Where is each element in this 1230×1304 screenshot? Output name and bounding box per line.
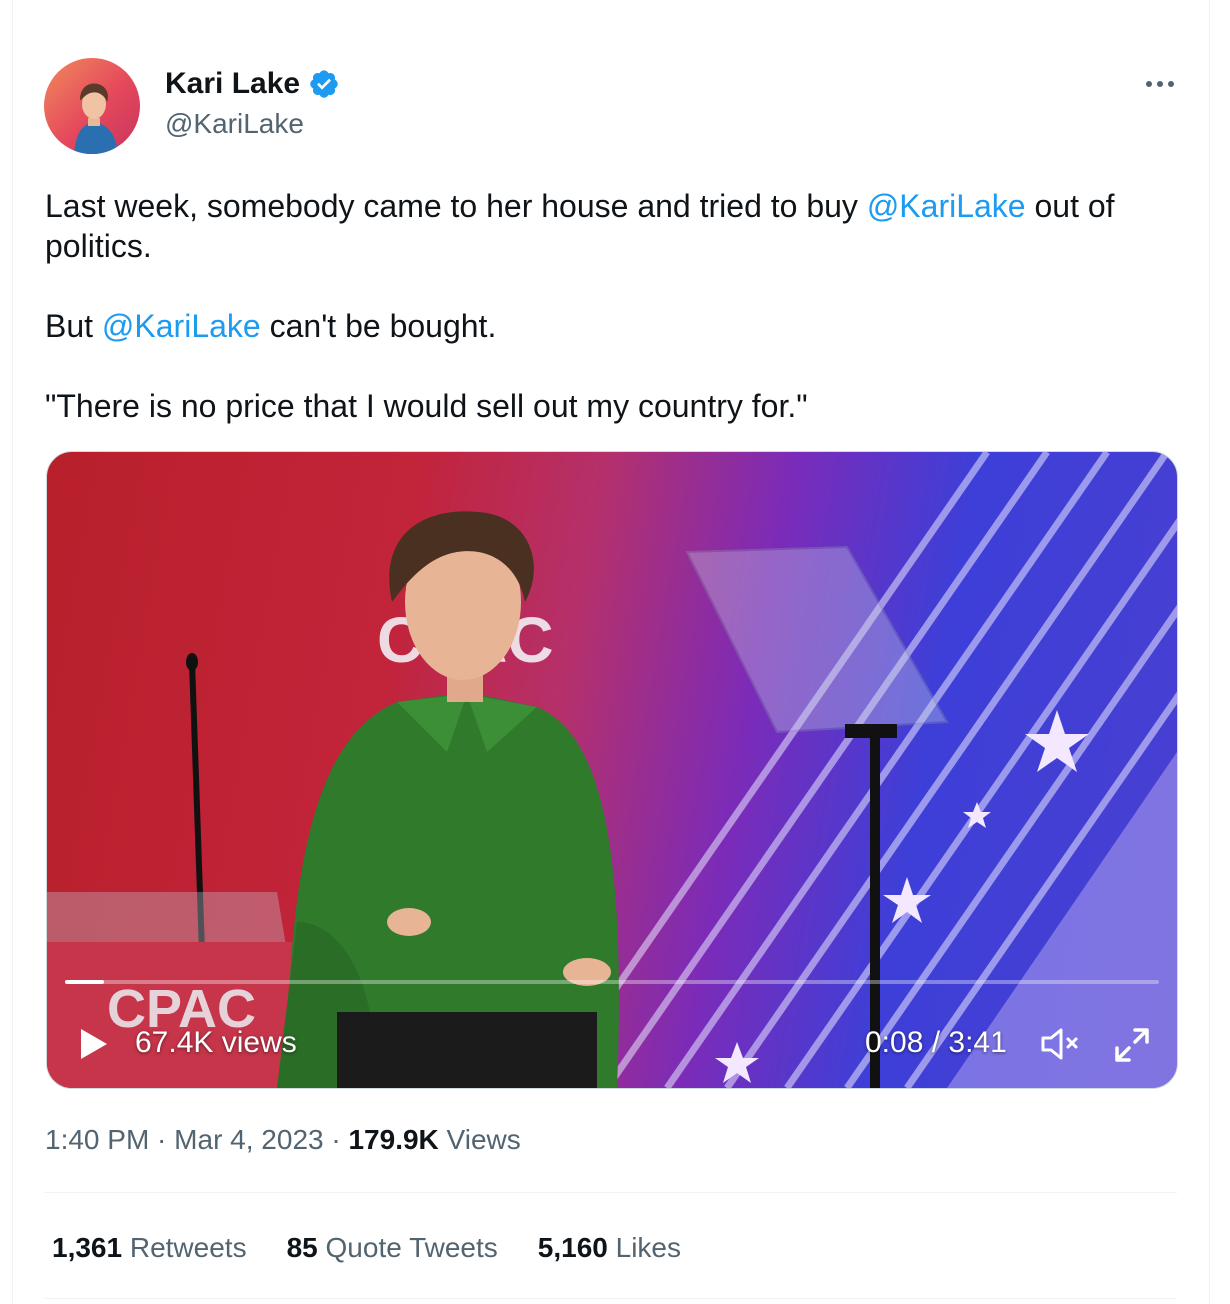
retweets-label: Retweets	[122, 1232, 247, 1263]
verified-badge-icon	[310, 70, 338, 98]
tweet-views-count: 179.9K	[348, 1124, 439, 1155]
tweet-paragraph-3: "There is no price that I would sell out…	[45, 388, 808, 424]
progress-bar[interactable]	[65, 980, 1159, 984]
more-dot	[1157, 81, 1163, 87]
tweet-date[interactable]: Mar 4, 2023	[174, 1124, 323, 1155]
engagement-stats: 1,361 Retweets 85 Quote Tweets 5,160 Lik…	[52, 1228, 681, 1268]
progress-fill	[65, 980, 105, 984]
quote-tweets-label: Quote Tweets	[317, 1232, 498, 1263]
divider	[45, 1192, 1177, 1193]
divider	[45, 1298, 1177, 1299]
video-time: 0:08 / 3:41	[865, 1026, 1007, 1059]
tweet-views-label: Views	[438, 1124, 521, 1155]
author-avatar[interactable]	[44, 58, 140, 154]
meta-separator: ·	[323, 1124, 349, 1155]
tweet-paragraph-1: Last week, somebody came to her house an…	[45, 186, 1185, 266]
mention-link[interactable]: @KariLake	[867, 188, 1026, 224]
avatar-portrait	[74, 83, 118, 154]
mute-icon[interactable]	[1039, 1026, 1081, 1062]
tweet-paragraph-2: But @KariLake can't be bought.	[45, 306, 1185, 346]
text-segment: can't be bought.	[260, 308, 497, 344]
text-segment: Last week, somebody came to her house an…	[45, 188, 867, 224]
likes-count: 5,160	[537, 1232, 608, 1263]
more-options-icon[interactable]	[1140, 70, 1180, 98]
more-dot	[1146, 81, 1152, 87]
retweets-count: 1,361	[52, 1232, 123, 1263]
author-name-row: Kari Lake	[165, 66, 340, 102]
author-handle[interactable]: @KariLake	[165, 106, 304, 142]
meta-separator: ·	[149, 1124, 175, 1155]
quote-tweets-count: 85	[286, 1232, 318, 1263]
video-views: 67.4K views	[135, 1026, 297, 1059]
retweets-stat[interactable]: 1,361 Retweets	[52, 1228, 247, 1268]
video-frame: CPAC CPAC	[47, 452, 1177, 1088]
author-name[interactable]: Kari Lake	[165, 66, 300, 102]
tweet-time[interactable]: 1:40 PM	[45, 1124, 149, 1155]
likes-stat[interactable]: 5,160 Likes	[538, 1228, 681, 1268]
video-player[interactable]: CPAC CPAC 67.4K views 0:08 / 3:41	[46, 451, 1178, 1089]
more-dot	[1168, 81, 1174, 87]
text-segment: But	[45, 308, 102, 344]
tweet-text: Last week, somebody came to her house an…	[45, 186, 1185, 426]
quote-tweets-stat[interactable]: 85 Quote Tweets	[287, 1228, 498, 1268]
play-icon[interactable]	[75, 1026, 111, 1062]
mention-link[interactable]: @KariLake	[102, 308, 261, 344]
likes-label: Likes	[607, 1232, 681, 1263]
tweet-metadata: 1:40 PM · Mar 4, 2023 · 179.9K Views	[45, 1120, 521, 1160]
fullscreen-icon[interactable]	[1113, 1026, 1151, 1064]
